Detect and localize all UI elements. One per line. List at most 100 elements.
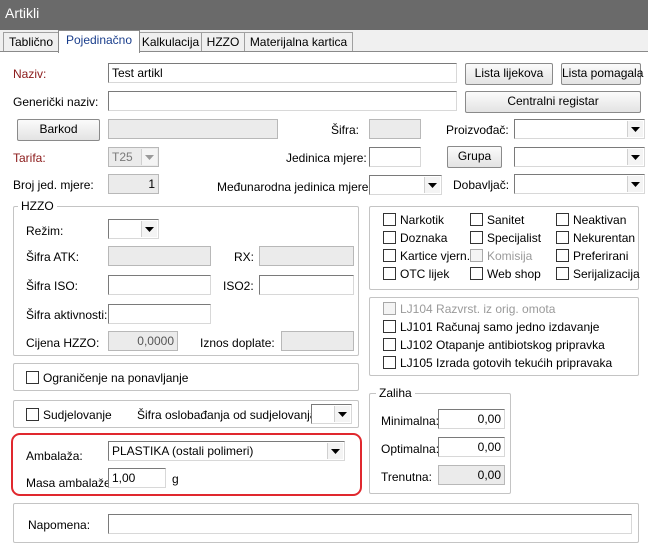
lj104-label: LJ104 Razvrst. iz orig. omota — [400, 302, 556, 316]
dobavljac-label: Dobavljač: — [453, 178, 510, 192]
tarifa-dropdown[interactable]: T25 — [108, 147, 159, 167]
ogranicenje-checkbox[interactable] — [26, 371, 39, 384]
iso2-label: ISO2: — [223, 279, 254, 293]
naziv-label: Naziv: — [13, 67, 47, 81]
tab-tablicno[interactable]: Tablično — [3, 32, 59, 52]
tab-pojedinacno[interactable]: Pojedinačno — [58, 30, 140, 53]
tab-hzzo[interactable]: HZZO — [201, 32, 245, 52]
trenutna-label: Trenutna: — [381, 470, 432, 484]
tab-materijalna-kartica[interactable]: Materijalna kartica — [244, 32, 353, 52]
rezim-label: Režim: — [26, 224, 64, 238]
sifra-oslobadjanja-dropdown[interactable] — [311, 404, 352, 424]
sifra-aktivnosti-input[interactable] — [108, 304, 211, 324]
doznaka-checkbox[interactable] — [383, 231, 396, 244]
iznos-doplate-label: Iznos doplate: — [200, 336, 275, 350]
lista-pomagala-button[interactable]: Lista pomagala — [561, 63, 643, 85]
cijena-hzzo-input: 0,0000 — [108, 331, 178, 351]
jedinica-mjere-input[interactable] — [369, 147, 421, 167]
lj101-checkbox[interactable] — [383, 320, 396, 333]
chevron-down-icon — [424, 177, 440, 193]
naziv-input[interactable]: Test artikl — [108, 63, 457, 83]
lj102-checkbox[interactable] — [383, 338, 396, 351]
barkod-input — [108, 119, 278, 139]
lista-lijekova-button[interactable]: Lista lijekova — [465, 63, 553, 85]
rx-input — [259, 246, 354, 266]
medjunarodna-label: Međunarodna jedinica mjere: — [217, 180, 372, 194]
masa-ambalaze-label: Masa ambalaže: — [26, 476, 115, 490]
neaktivan-checkbox[interactable] — [556, 213, 569, 226]
komisija-checkbox — [470, 249, 483, 262]
jedinica-mjere-label: Jedinica mjere: — [286, 151, 367, 165]
grupa-button[interactable]: Grupa — [447, 146, 502, 168]
komisija-label: Komisija — [487, 249, 533, 263]
optimalna-input[interactable]: 0,00 — [438, 437, 505, 457]
medjunarodna-dropdown[interactable] — [369, 175, 442, 195]
sifra-iso-input[interactable] — [108, 275, 211, 295]
minimalna-label: Minimalna: — [381, 414, 440, 428]
proizvodjac-dropdown[interactable] — [514, 119, 645, 139]
serijalizacija-label: Serijalizacija — [573, 267, 640, 281]
trenutna-input: 0,00 — [438, 465, 505, 485]
masa-ambalaze-input[interactable]: 1,00 — [108, 468, 166, 488]
preferirani-checkbox[interactable] — [556, 249, 569, 262]
rezim-dropdown[interactable] — [108, 219, 159, 239]
proizvodjac-label: Proizvođač: — [446, 123, 509, 137]
sifra-oslobadjanja-label: Šifra oslobađanja od sudjelovanja: — [137, 408, 320, 422]
sanitet-checkbox[interactable] — [470, 213, 483, 226]
dobavljac-dropdown[interactable] — [514, 174, 645, 194]
lj102-label: LJ102 Otapanje antibiotskog pripravka — [400, 338, 605, 352]
barkod-button[interactable]: Barkod — [17, 119, 100, 141]
lj104-checkbox — [383, 302, 396, 315]
genericki-label: Generički naziv: — [13, 95, 99, 109]
hzzo-group-title: HZZO — [18, 199, 57, 213]
lj101-label: LJ101 Računaj samo jedno izdavanje — [400, 320, 600, 334]
tarifa-label: Tarifa: — [13, 151, 46, 165]
genericki-input[interactable] — [108, 91, 457, 111]
chevron-down-icon — [141, 221, 157, 237]
tab-kalkulacija[interactable]: Kalkulacija — [139, 32, 202, 52]
serijalizacija-checkbox[interactable] — [556, 267, 569, 280]
preferirani-label: Preferirani — [573, 249, 629, 263]
broj-jed-input: 1 — [108, 174, 159, 194]
kartice-vjern-checkbox[interactable] — [383, 249, 396, 262]
rx-label: RX: — [234, 250, 255, 264]
narkotik-checkbox[interactable] — [383, 213, 396, 226]
tab-strip: Tablično Pojedinačno Kalkulacija HZZO Ma… — [0, 30, 648, 53]
chevron-down-icon — [627, 121, 643, 137]
iznos-doplate-input — [281, 331, 354, 351]
ambalaza-label: Ambalaža: — [26, 449, 83, 463]
iso2-input[interactable] — [259, 275, 354, 295]
sifra-label: Šifra: — [331, 123, 360, 137]
broj-jed-label: Broj jed. mjere: — [13, 178, 94, 192]
napomena-input[interactable] — [108, 514, 632, 534]
web-shop-label: Web shop — [487, 267, 541, 281]
sifra-aktivnosti-label: Šifra aktivnosti: — [26, 308, 108, 322]
chevron-down-icon — [627, 149, 643, 165]
sifra-atk-label: Šifra ATK: — [26, 250, 80, 264]
kartice-vjern-label: Kartice vjern. — [400, 249, 471, 263]
web-shop-checkbox[interactable] — [470, 267, 483, 280]
lj105-checkbox[interactable] — [383, 356, 396, 369]
sudjelovanje-label: Sudjelovanje — [43, 408, 112, 422]
sifra-atk-input — [108, 246, 211, 266]
nekurentan-checkbox[interactable] — [556, 231, 569, 244]
tarifa-value: T25 — [112, 150, 133, 164]
lj105-label: LJ105 Izrada gotovih tekućih pripravaka — [400, 356, 613, 370]
nekurentan-label: Nekurentan — [573, 231, 636, 245]
specijalist-checkbox[interactable] — [470, 231, 483, 244]
chevron-down-icon — [627, 176, 643, 192]
ambalaza-dropdown[interactable]: PLASTIKA (ostali polimeri) — [108, 441, 345, 461]
doznaka-label: Doznaka — [400, 231, 448, 245]
otc-lijek-checkbox[interactable] — [383, 267, 396, 280]
centralni-registar-button[interactable]: Centralni registar — [465, 91, 641, 113]
neaktivan-label: Neaktivan — [573, 213, 627, 227]
sudjelovanje-checkbox[interactable] — [26, 408, 39, 421]
minimalna-input[interactable]: 0,00 — [438, 409, 505, 429]
grupa-dropdown[interactable] — [514, 147, 645, 167]
masa-unit-label: g — [172, 472, 179, 486]
specijalist-label: Specijalist — [487, 231, 542, 245]
cijena-hzzo-label: Cijena HZZO: — [26, 336, 100, 350]
chevron-down-icon — [327, 443, 343, 459]
optimalna-label: Optimalna: — [381, 442, 440, 456]
otc-lijek-label: OTC lijek — [400, 267, 450, 281]
